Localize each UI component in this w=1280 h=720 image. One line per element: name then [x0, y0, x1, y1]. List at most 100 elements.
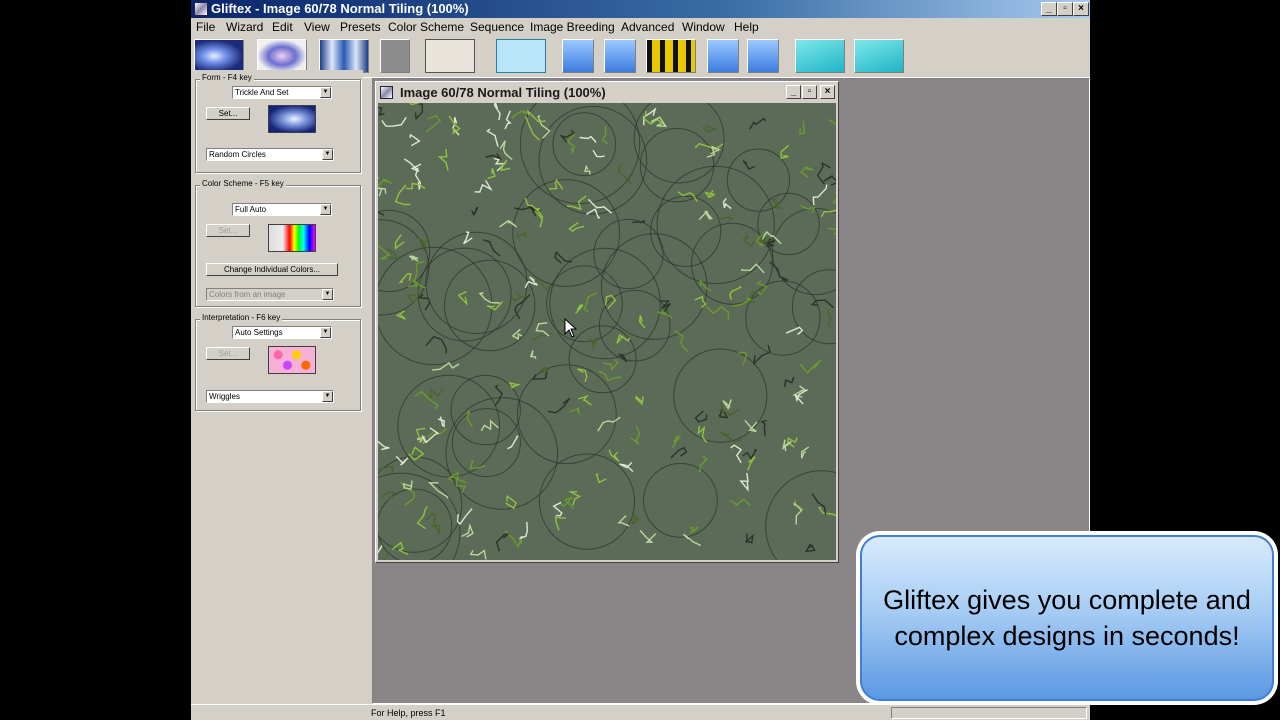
menu-wizard[interactable]: Wizard — [226, 18, 263, 36]
pattern-circle — [451, 408, 521, 478]
pattern-wriggle — [493, 103, 501, 121]
pattern-wriggle — [631, 514, 639, 526]
maximize-button[interactable]: ▫ — [1057, 2, 1073, 16]
pattern-wriggle — [597, 416, 621, 432]
pattern-wriggle — [739, 472, 749, 492]
pattern-wriggle — [535, 322, 550, 337]
last-image-icon[interactable] — [747, 39, 779, 73]
next-image-icon[interactable] — [707, 39, 739, 73]
menu-advanced[interactable]: Advanced — [621, 18, 674, 36]
color-block-button[interactable] — [380, 39, 410, 73]
pattern-wriggle — [729, 498, 751, 507]
film-sequence-icon[interactable] — [646, 39, 696, 73]
interpretation-select[interactable]: Auto Settings ▼ — [232, 326, 332, 339]
first-image-icon[interactable] — [562, 39, 594, 73]
pattern-circle — [745, 280, 821, 356]
menu-sequence[interactable]: Sequence — [470, 18, 524, 36]
child-titlebar: Image 60/78 Normal Tiling (100%) _ ▫ × — [378, 84, 836, 101]
pattern-wriggle — [511, 328, 523, 341]
interpretation-preview-thumbnail[interactable] — [268, 346, 316, 374]
pattern-wriggle — [381, 491, 396, 501]
window-title: Gliftex - Image 60/78 Normal Tiling (100… — [211, 1, 469, 16]
zoom-in-icon[interactable] — [795, 39, 845, 73]
menu-file[interactable]: File — [196, 18, 215, 36]
pattern-wriggle — [504, 110, 512, 130]
minimize-button[interactable]: _ — [1041, 2, 1057, 16]
color-scheme-select[interactable]: Full Auto ▼ — [232, 203, 332, 216]
pattern-wriggle — [409, 133, 421, 147]
pattern-wriggle — [741, 263, 765, 274]
menu-help[interactable]: Help — [734, 18, 759, 36]
change-individual-colors-button[interactable]: Change Individual Colors... — [206, 263, 338, 276]
zoom-out-icon[interactable] — [854, 39, 904, 73]
tiling-grid-button[interactable] — [425, 39, 475, 73]
window-view-button[interactable] — [496, 39, 546, 73]
breed-preset-button[interactable] — [319, 39, 369, 73]
pattern-wriggle — [485, 152, 503, 161]
color-preview-thumbnail[interactable] — [268, 224, 316, 252]
pattern-wriggle — [568, 222, 585, 232]
pattern-wriggle — [643, 110, 667, 127]
form-pattern-select[interactable]: Random Circles ▼ — [206, 148, 334, 161]
pattern-circle — [516, 364, 617, 465]
pattern-wriggle — [752, 344, 771, 366]
status-pane — [891, 707, 1087, 719]
pattern-wriggle — [569, 407, 580, 415]
child-maximize-button[interactable]: ▫ — [802, 85, 817, 99]
pattern-wriggle — [697, 425, 708, 443]
child-close-button[interactable]: × — [820, 85, 835, 99]
child-minimize-button[interactable]: _ — [786, 85, 801, 99]
form-type-select[interactable]: Trickle And Set ▼ — [232, 86, 332, 99]
pattern-wriggle — [720, 431, 743, 443]
menu-window[interactable]: Window — [682, 18, 725, 36]
previous-image-icon[interactable] — [604, 39, 636, 73]
pattern-wriggle — [817, 507, 836, 517]
pattern-wriggle — [381, 116, 407, 127]
menu-color-scheme[interactable]: Color Scheme — [388, 18, 464, 36]
form-set-button[interactable]: Set... — [206, 107, 250, 120]
pattern-wriggle — [832, 191, 836, 205]
interpretation-value: Auto Settings — [235, 328, 283, 337]
pattern-wriggle — [706, 145, 721, 158]
color-source-select[interactable]: Colors from an image ▼ — [206, 288, 334, 301]
pattern-wriggle — [516, 231, 527, 239]
menubar: File Wizard Edit View Presets Color Sche… — [191, 18, 1090, 36]
chevron-down-icon: ▼ — [320, 87, 331, 98]
pattern-wriggle — [394, 234, 405, 250]
pattern-wriggle — [592, 149, 605, 158]
pattern-wriggle — [694, 410, 708, 423]
menu-image-breeding[interactable]: Image Breeding — [530, 18, 615, 36]
pattern-wriggle — [749, 117, 767, 130]
callout-bubble: Gliftex gives you complete and complex d… — [860, 535, 1274, 701]
pattern-wriggle — [579, 135, 597, 144]
pattern-wriggle — [554, 250, 572, 264]
settings-panel: Form - F4 key Trickle And Set ▼ Set... Ra… — [191, 70, 363, 704]
lightning-preset-button[interactable] — [257, 39, 307, 73]
pattern-wriggle — [698, 455, 708, 473]
menu-view[interactable]: View — [304, 18, 330, 36]
form-group: Form - F4 key Trickle And Set ▼ Set... Ra… — [195, 73, 361, 173]
pattern-wriggle — [409, 254, 419, 262]
form-preset-button[interactable] — [194, 39, 244, 73]
child-app-icon — [380, 86, 393, 99]
pattern-circle — [549, 247, 661, 360]
interpretation-style-select[interactable]: Wriggles ▼ — [206, 390, 334, 403]
titlebar: Gliftex - Image 60/78 Normal Tiling (100… — [191, 0, 1090, 18]
pattern-wriggle — [437, 148, 449, 171]
pattern-wriggle — [425, 335, 447, 354]
pattern-wriggle — [584, 164, 591, 175]
menu-presets[interactable]: Presets — [340, 18, 381, 36]
pattern-canvas[interactable] — [378, 103, 836, 560]
pattern-wriggle — [602, 359, 619, 371]
menu-edit[interactable]: Edit — [272, 18, 293, 36]
pattern-wriggle — [414, 390, 439, 410]
interpretation-set-button[interactable]: Set... — [206, 347, 250, 360]
pattern-circle — [757, 192, 820, 256]
pattern-wriggle — [529, 350, 537, 360]
close-button[interactable]: × — [1073, 2, 1089, 16]
form-preview-thumbnail[interactable] — [268, 105, 316, 133]
color-set-button[interactable]: Set... — [206, 224, 250, 237]
pattern-wriggle — [552, 501, 563, 517]
pattern-wriggle — [588, 337, 599, 349]
arrow-cursor-icon — [564, 318, 578, 338]
